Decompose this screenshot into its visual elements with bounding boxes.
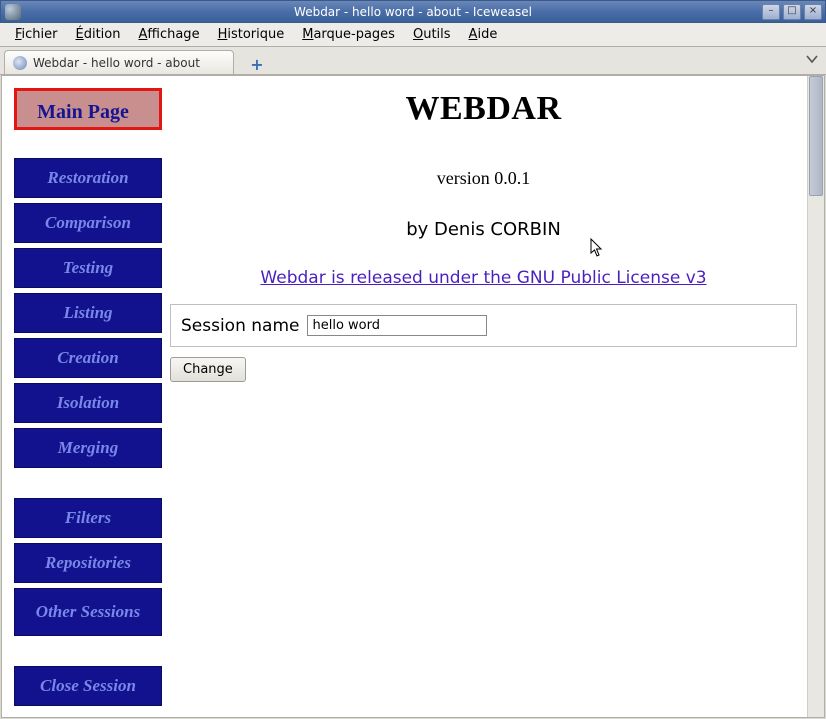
change-button[interactable]: Change [170,357,246,382]
menu-bookmarks[interactable]: Marque-pages [293,24,404,45]
menu-tools[interactable]: Outils [404,24,460,45]
session-name-box: Session name [170,304,797,347]
tab-overflow-button[interactable] [806,53,818,67]
license-link[interactable]: Webdar is released under the GNU Public … [260,268,706,288]
menu-help[interactable]: Aide [460,24,507,45]
main-content: WEBDAR version 0.0.1 by Denis CORBIN Web… [170,76,807,717]
sidebar-item-listing[interactable]: Listing [14,293,162,333]
sidebar-main-label: Main Page [37,102,129,123]
menu-view[interactable]: Affichage [129,24,208,45]
sidebar-item-close-session[interactable]: Close Session [14,666,162,706]
sidebar-item-comparison[interactable]: Comparison [14,203,162,243]
sidebar-item-filters[interactable]: Filters [14,498,162,538]
sidebar: Main Page Restoration Comparison Testing… [2,76,170,717]
sidebar-item-repositories[interactable]: Repositories [14,543,162,583]
sidebar-item-restoration[interactable]: Restoration [14,158,162,198]
maximize-button[interactable]: □ [783,4,801,20]
close-button[interactable]: × [804,4,822,20]
window-controls: – □ × [762,4,825,20]
page: Main Page Restoration Comparison Testing… [2,76,807,717]
page-title: WEBDAR [170,90,797,128]
minimize-button[interactable]: – [762,4,780,20]
window-title: Webdar - hello word - about - Iceweasel [1,5,825,19]
browser-viewport: Main Page Restoration Comparison Testing… [1,75,825,718]
sidebar-item-merging[interactable]: Merging [14,428,162,468]
author-text: by Denis CORBIN [170,219,797,240]
tab-active[interactable]: Webdar - hello word - about [4,50,234,74]
sidebar-item-testing[interactable]: Testing [14,248,162,288]
menu-file[interactable]: Fichier [6,24,67,45]
tab-strip: Webdar - hello word - about + [0,47,826,75]
session-name-label: Session name [181,316,299,336]
app-icon [5,4,21,20]
tab-label: Webdar - hello word - about [33,56,200,70]
menubar: Fichier Édition Affichage Historique Mar… [0,23,826,47]
sidebar-main-page[interactable]: Main Page [14,88,162,130]
license-line: Webdar is released under the GNU Public … [170,268,797,288]
menu-edit[interactable]: Édition [67,24,130,45]
menu-history[interactable]: Historique [209,24,294,45]
session-name-input[interactable] [307,315,487,336]
vertical-scrollbar[interactable] [807,76,824,717]
sidebar-item-creation[interactable]: Creation [14,338,162,378]
version-text: version 0.0.1 [170,168,797,189]
sidebar-item-isolation[interactable]: Isolation [14,383,162,423]
tab-favicon-icon [13,56,27,70]
sidebar-item-other-sessions[interactable]: Other Sessions [14,588,162,636]
window-titlebar: Webdar - hello word - about - Iceweasel … [0,0,826,23]
new-tab-button[interactable]: + [246,54,268,74]
scrollbar-thumb[interactable] [809,76,823,196]
